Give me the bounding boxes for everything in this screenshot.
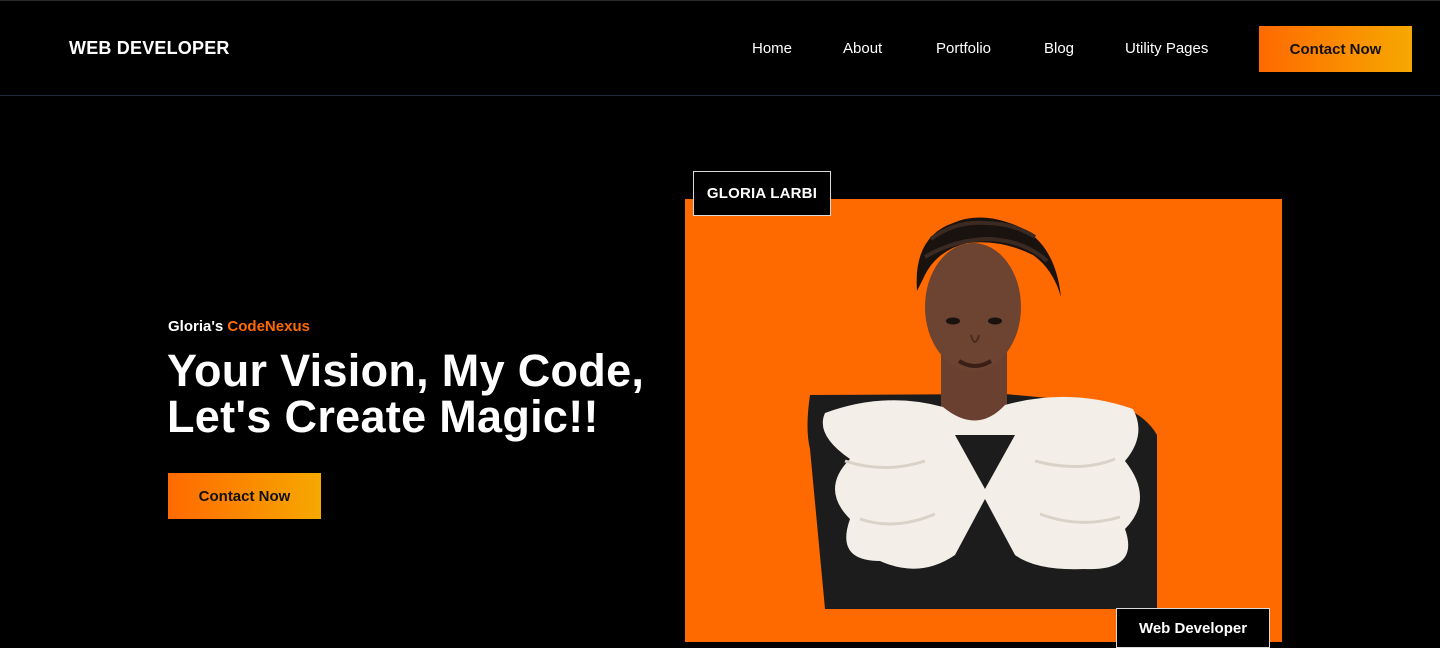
profile-role-tag: Web Developer xyxy=(1116,608,1270,648)
tagline-accent: CodeNexus xyxy=(227,318,310,335)
hero-title-line-2: Let's Create Magic!! xyxy=(167,391,599,442)
hero-title: Your Vision, My Code, Let's Create Magic… xyxy=(167,348,644,440)
nav-portfolio[interactable]: Portfolio xyxy=(936,40,991,57)
nav-blog[interactable]: Blog xyxy=(1044,40,1074,57)
profile-name-tag: GLORIA LARBI xyxy=(693,171,831,216)
hero-title-line-1: Your Vision, My Code, xyxy=(167,345,645,396)
profile-photo-card xyxy=(685,199,1282,642)
profile-portrait-image xyxy=(807,217,1157,609)
header-contact-button[interactable]: Contact Now xyxy=(1259,26,1412,72)
tagline-prefix: Gloria's xyxy=(168,318,228,335)
hero-contact-button[interactable]: Contact Now xyxy=(168,473,321,519)
nav-utility-pages[interactable]: Utility Pages xyxy=(1125,40,1208,57)
brand-logo-text[interactable]: WEB DEVELOPER xyxy=(69,38,230,59)
site-header: WEB DEVELOPER Home About Portfolio Blog … xyxy=(0,0,1440,96)
nav-home[interactable]: Home xyxy=(752,40,792,57)
nav-about[interactable]: About xyxy=(843,40,882,57)
hero-tagline: Gloria's CodeNexus xyxy=(168,318,310,335)
